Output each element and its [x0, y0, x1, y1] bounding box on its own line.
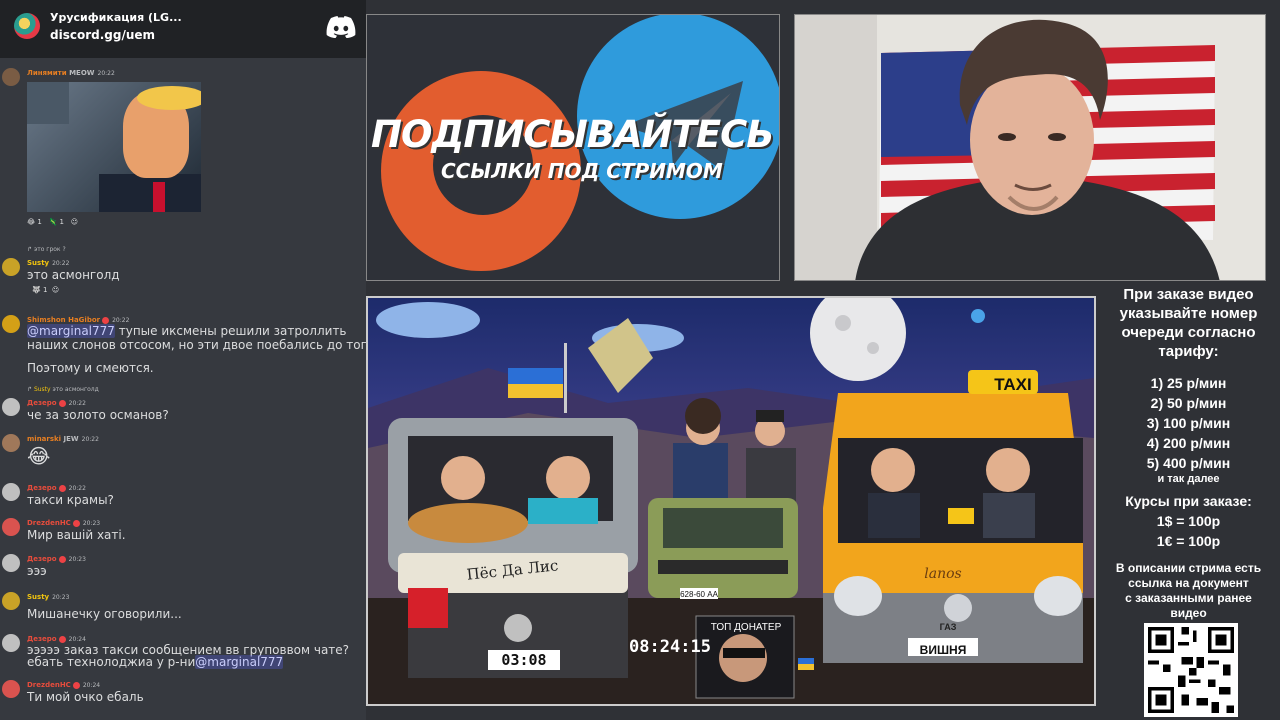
- jeep-vehicle: [388, 418, 638, 678]
- username: Дезеро 20:24: [27, 635, 86, 643]
- price-item: 3) 100 р/мин: [1146, 415, 1231, 431]
- message-emoji: 😂: [27, 444, 51, 468]
- avatar: [2, 518, 20, 536]
- webcam-feed: [795, 15, 1265, 280]
- discord-logo-icon: [326, 16, 356, 38]
- price-item: 4) 200 р/мин: [1146, 435, 1231, 451]
- add-reaction-icon[interactable]: ☺: [71, 218, 78, 226]
- message-text: Мир вашій хаті.: [27, 528, 126, 542]
- stream-timer: 08:24:15: [629, 637, 711, 657]
- username: Дезеро 20:22: [27, 399, 86, 407]
- username: Susty 20:23: [27, 593, 70, 601]
- order-info-panel: При заказе видео указывайте номер очеред…: [1097, 283, 1280, 720]
- username: minarski JEW 20:22: [27, 435, 99, 443]
- message-text: ебать технолоджиа у р-ни@marginal777: [27, 655, 284, 669]
- price-item: 2) 50 р/мин: [1150, 395, 1227, 411]
- username: DrezdenHC 20:23: [27, 519, 101, 527]
- chat-image-attachment[interactable]: [27, 82, 201, 212]
- user-mention[interactable]: @marginal777: [27, 324, 115, 338]
- message-text: эээ: [27, 564, 47, 578]
- avatar: [2, 398, 20, 416]
- avatar: [2, 434, 20, 452]
- user-mention[interactable]: @marginal777: [195, 655, 284, 669]
- qr-code-icon: [1144, 623, 1238, 717]
- message-text: че за золото османов?: [27, 408, 169, 422]
- server-icon: [14, 13, 40, 39]
- username: Shimshon HaGibor 20:22: [27, 316, 130, 324]
- avatar: [2, 68, 20, 86]
- avatar: [2, 483, 20, 501]
- price-item: 1) 25 р/мин: [1150, 375, 1227, 391]
- van-brand: lanos: [924, 566, 961, 582]
- avatar: [2, 258, 20, 276]
- game-scene: TAXI ВИШНЯ 628-60 АА Пёс Да Лис lanos ГА…: [366, 296, 1096, 706]
- subscribe-banner: ПОДПИСЫВАЙТЕСЬ ССЫЛКИ ПОД СТРИМОМ: [366, 14, 780, 281]
- moon-icon: [810, 298, 906, 381]
- server-name: Урусификация (LG...: [50, 11, 182, 24]
- taxi-sign: TAXI: [994, 375, 1031, 394]
- taxi-van-vehicle: [823, 370, 1083, 663]
- reactions[interactable]: 😂 1 🦎 1 ☺: [27, 218, 78, 226]
- emoji-reaction-icon: 🦎: [48, 218, 58, 226]
- avatar: [2, 315, 20, 333]
- username: Дезеро 20:23: [27, 555, 86, 563]
- avatar: [2, 554, 20, 572]
- subscribe-title: ПОДПИСЫВАЙТЕСЬ: [371, 113, 774, 156]
- price-item: 5) 400 р/мин: [1146, 455, 1231, 471]
- niva-license-plate: 628-60 АА: [680, 590, 718, 599]
- order-instructions: При заказе видео указывайте номер очеред…: [1119, 286, 1258, 360]
- discord-chat-widget: Урусификация (LG... discord.gg/uem Линям…: [0, 0, 366, 720]
- username: DrezdenHC 20:24: [27, 681, 101, 689]
- invite-link[interactable]: discord.gg/uem: [50, 28, 155, 42]
- reactions[interactable]: 🐺 1 ☺: [32, 286, 59, 294]
- avatar: [2, 680, 20, 698]
- laugh-reaction-icon: 😂: [27, 218, 36, 226]
- description-note: В описании стрима есть ссылка на докумен…: [1115, 561, 1262, 620]
- subscribe-subtitle: ССЫЛКИ ПОД СТРИМОМ: [441, 159, 723, 183]
- price-etc: и так далее: [1157, 473, 1220, 485]
- message-text: Поэтому и смеются.: [27, 361, 154, 375]
- exchange-rates: Курсы при заказе: 1$ = 100р 1€ = 100р: [1125, 493, 1252, 549]
- game-canvas: TAXI ВИШНЯ 628-60 АА Пёс Да Лис lanos ГА…: [368, 298, 1094, 704]
- reply-preview[interactable]: ↱ Susty это асмонголд: [27, 386, 99, 393]
- niva-vehicle: [648, 498, 798, 599]
- avatar: [2, 592, 20, 610]
- message-text: такси крамы?: [27, 493, 114, 507]
- van-license-plate: ВИШНЯ: [920, 643, 967, 657]
- emoji-reaction-icon: 🐺: [32, 286, 41, 294]
- gaz-logo: ГАЗ: [940, 622, 957, 632]
- streamer-webcam: [794, 14, 1266, 281]
- message-text: наших слонов отсосом, но эти двое поебал…: [27, 338, 366, 352]
- avatar: [2, 634, 20, 652]
- message-text: Мишанечку оговорили...: [27, 607, 182, 621]
- username: Линямити MEOW 20:22: [27, 69, 115, 77]
- message-text: Ти мой очко ебаль: [27, 690, 144, 704]
- add-reaction-icon[interactable]: ☺: [52, 286, 59, 294]
- username: Susty 20:22: [27, 259, 70, 267]
- price-list: 1) 25 р/мин 2) 50 р/мин 3) 100 р/мин 4) …: [1097, 373, 1280, 485]
- message-text: @marginal777 тупые иксмены решили затрол…: [27, 324, 347, 338]
- discord-header: Урусификация (LG... discord.gg/uem: [0, 0, 366, 58]
- image-inset: [27, 82, 69, 124]
- message-text: это асмонголд: [27, 268, 120, 282]
- top-donater-label: ТОП ДОНАТЕР: [711, 622, 782, 633]
- username: Дезеро 20:22: [27, 484, 86, 492]
- reply-preview[interactable]: ↱ это грок ?: [27, 246, 66, 253]
- small-timer: 03:08: [501, 651, 546, 669]
